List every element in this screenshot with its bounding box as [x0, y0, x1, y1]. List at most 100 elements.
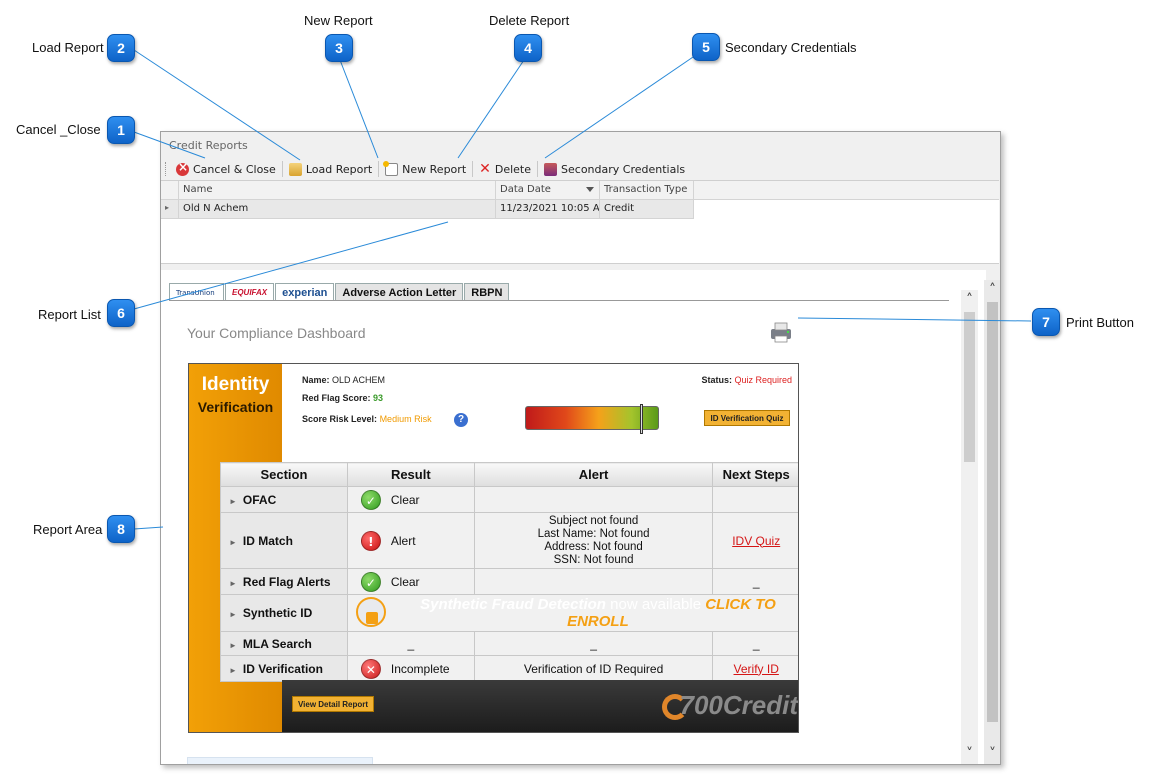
section-label: OFAC	[242, 492, 277, 507]
report-list-grid: Name Data Date Transaction Type ▸ Old N …	[161, 180, 999, 264]
status-label: Status:	[701, 375, 732, 385]
column-header-data-date-label: Data Date	[500, 184, 551, 195]
section-label: ID Match	[242, 533, 293, 548]
chevron-up-icon[interactable]: ˄	[964, 293, 975, 307]
chevron-up-icon[interactable]: ˄	[987, 283, 998, 297]
credit-reports-window: Credit Reports Cancel & Close Load Repor…	[160, 131, 1001, 765]
report-area: TransUnion EQUIFAX experian Adverse Acti…	[161, 270, 986, 764]
report-scrollbar[interactable]: ˄ ˅	[961, 290, 978, 764]
section-synthetic-id[interactable]: ► Synthetic ID	[220, 594, 348, 632]
callout-1-label: Cancel _Close	[16, 122, 101, 137]
name-line: Name: OLD ACHEM	[302, 375, 385, 385]
alert-line: Subject not found	[548, 514, 639, 527]
result-cell: ! Alert	[346, 512, 475, 569]
tab-underline	[169, 300, 949, 301]
column-header-data-date[interactable]: Data Date	[496, 181, 600, 199]
table-row[interactable]: ▸ Old N Achem 11/23/2021 10:05 AM Credit	[161, 200, 694, 219]
credentials-icon	[544, 162, 558, 176]
banner-main: Synthetic Fraud Detection	[420, 596, 606, 613]
callout-5-label: Secondary Credentials	[725, 40, 857, 55]
help-icon[interactable]: ?	[454, 413, 468, 427]
cancel-icon	[176, 160, 189, 176]
alert-line: Last Name: Not found	[537, 527, 650, 540]
view-detail-report-button[interactable]: View Detail Report	[292, 696, 374, 712]
table-row[interactable]: ► OFAC ✓ Clear	[220, 486, 798, 513]
check-icon: ✓	[360, 489, 381, 510]
result-label: Alert	[390, 533, 416, 548]
secondary-credentials-label: Secondary Credentials	[561, 162, 686, 176]
check-icon: ✓	[360, 571, 381, 592]
section-label: Red Flag Alerts	[242, 574, 331, 589]
new-report-label: New Report	[402, 162, 467, 176]
callout-8-label: Report Area	[33, 522, 103, 537]
brand-logo: 700Credit	[679, 690, 799, 720]
chevron-down-icon[interactable]: ˅	[964, 747, 975, 761]
synthetic-fraud-enroll-banner[interactable]: Synthetic Fraud Detection now available …	[346, 594, 798, 632]
banner-mid: now available	[605, 596, 706, 613]
scrollbar-thumb[interactable]	[964, 312, 975, 462]
callout-4-badge: 4	[514, 34, 542, 62]
tab-equifax[interactable]: EQUIFAX	[225, 283, 275, 301]
tab-adverse-action-letter[interactable]: Adverse Action Letter	[335, 283, 464, 301]
callout-6-badge: 6	[107, 299, 135, 327]
result-label: Incomplete	[390, 661, 450, 676]
column-header-name[interactable]: Name	[179, 181, 496, 199]
row-date: 11/23/2021 10:05 AM	[496, 200, 600, 218]
result-cell: ✕ Incomplete	[346, 655, 475, 682]
section-mla-search[interactable]: ► MLA Search	[220, 631, 348, 656]
sort-desc-icon	[586, 187, 594, 192]
section-red-flag-alerts[interactable]: ► Red Flag Alerts	[220, 568, 348, 595]
toolbar-separator	[281, 161, 283, 177]
window-title: Credit Reports	[169, 139, 248, 152]
load-report-button[interactable]: Load Report	[284, 159, 377, 179]
column-header-transaction-type[interactable]: Transaction Type	[600, 181, 694, 199]
table-row[interactable]: ► Red Flag Alerts ✓ Clear _	[220, 568, 798, 595]
risk-line: Score Risk Level: Medium Risk	[302, 414, 432, 424]
next-step-cell: Verify ID	[712, 655, 798, 682]
row-type: Credit	[600, 200, 694, 218]
verify-id-link[interactable]: Verify ID	[734, 662, 779, 676]
section-id-match[interactable]: ► ID Match	[220, 512, 348, 569]
section-label: Synthetic ID	[242, 606, 313, 620]
new-report-button[interactable]: New Report	[380, 159, 471, 179]
incomplete-x-icon: ✕	[360, 658, 381, 679]
idv-subtitle: Verification	[197, 399, 274, 415]
name-label: Name:	[302, 375, 330, 385]
score-value: 93	[373, 393, 384, 403]
risk-label: Score Risk Level:	[302, 414, 378, 424]
tab-experian[interactable]: experian	[275, 283, 335, 301]
table-row[interactable]: ► Synthetic ID Synthetic Fraud Detection …	[220, 594, 798, 632]
callout-2-label: Load Report	[32, 40, 104, 55]
delete-button[interactable]: ✕ Delete	[474, 159, 536, 179]
section-ofac[interactable]: ► OFAC	[220, 486, 348, 513]
table-row[interactable]: ► ID Verification ✕ Incomplete Verificatio…	[220, 655, 798, 682]
chevron-down-icon[interactable]: ˅	[987, 747, 998, 761]
tab-transunion[interactable]: TransUnion	[169, 283, 224, 301]
header-next-steps: Next Steps	[712, 462, 798, 487]
scrollbar-thumb[interactable]	[987, 302, 998, 722]
secondary-credentials-button[interactable]: Secondary Credentials	[539, 159, 690, 179]
toolbar-separator	[472, 161, 474, 177]
callout-3-label: New Report	[304, 13, 373, 28]
section-label: ID Verification	[242, 661, 323, 676]
result-label: Clear	[390, 574, 420, 589]
expand-triangle-icon: ►	[229, 496, 237, 506]
toolbar-grip[interactable]	[165, 162, 168, 176]
callout-7-badge: 7	[1032, 308, 1060, 336]
callout-1-badge: 1	[107, 116, 135, 144]
table-row[interactable]: ► ID Match ! Alert Subject not found Last …	[220, 512, 798, 569]
cancel-close-button[interactable]: Cancel & Close	[171, 159, 281, 179]
tab-rbpn[interactable]: RBPN	[464, 283, 510, 301]
table-row[interactable]: ► MLA Search _ _ _	[220, 631, 798, 656]
id-verification-quiz-button[interactable]: ID Verification Quiz	[704, 410, 790, 426]
expand-triangle-icon: ►	[229, 640, 237, 650]
row-indicator-icon: ▸	[161, 200, 179, 218]
header-alert: Alert	[473, 462, 714, 487]
section-id-verification[interactable]: ► ID Verification	[220, 655, 348, 682]
alert-icon: !	[360, 530, 381, 551]
window-scrollbar[interactable]: ˄ ˅	[984, 280, 1000, 764]
idv-quiz-link[interactable]: IDV Quiz	[732, 534, 780, 548]
table-header-row: Section Result Alert Next Steps	[220, 462, 798, 487]
identity-verification-panel: Identity Verification Name: OLD ACHEM Re…	[188, 363, 799, 733]
printer-icon[interactable]	[768, 320, 794, 344]
